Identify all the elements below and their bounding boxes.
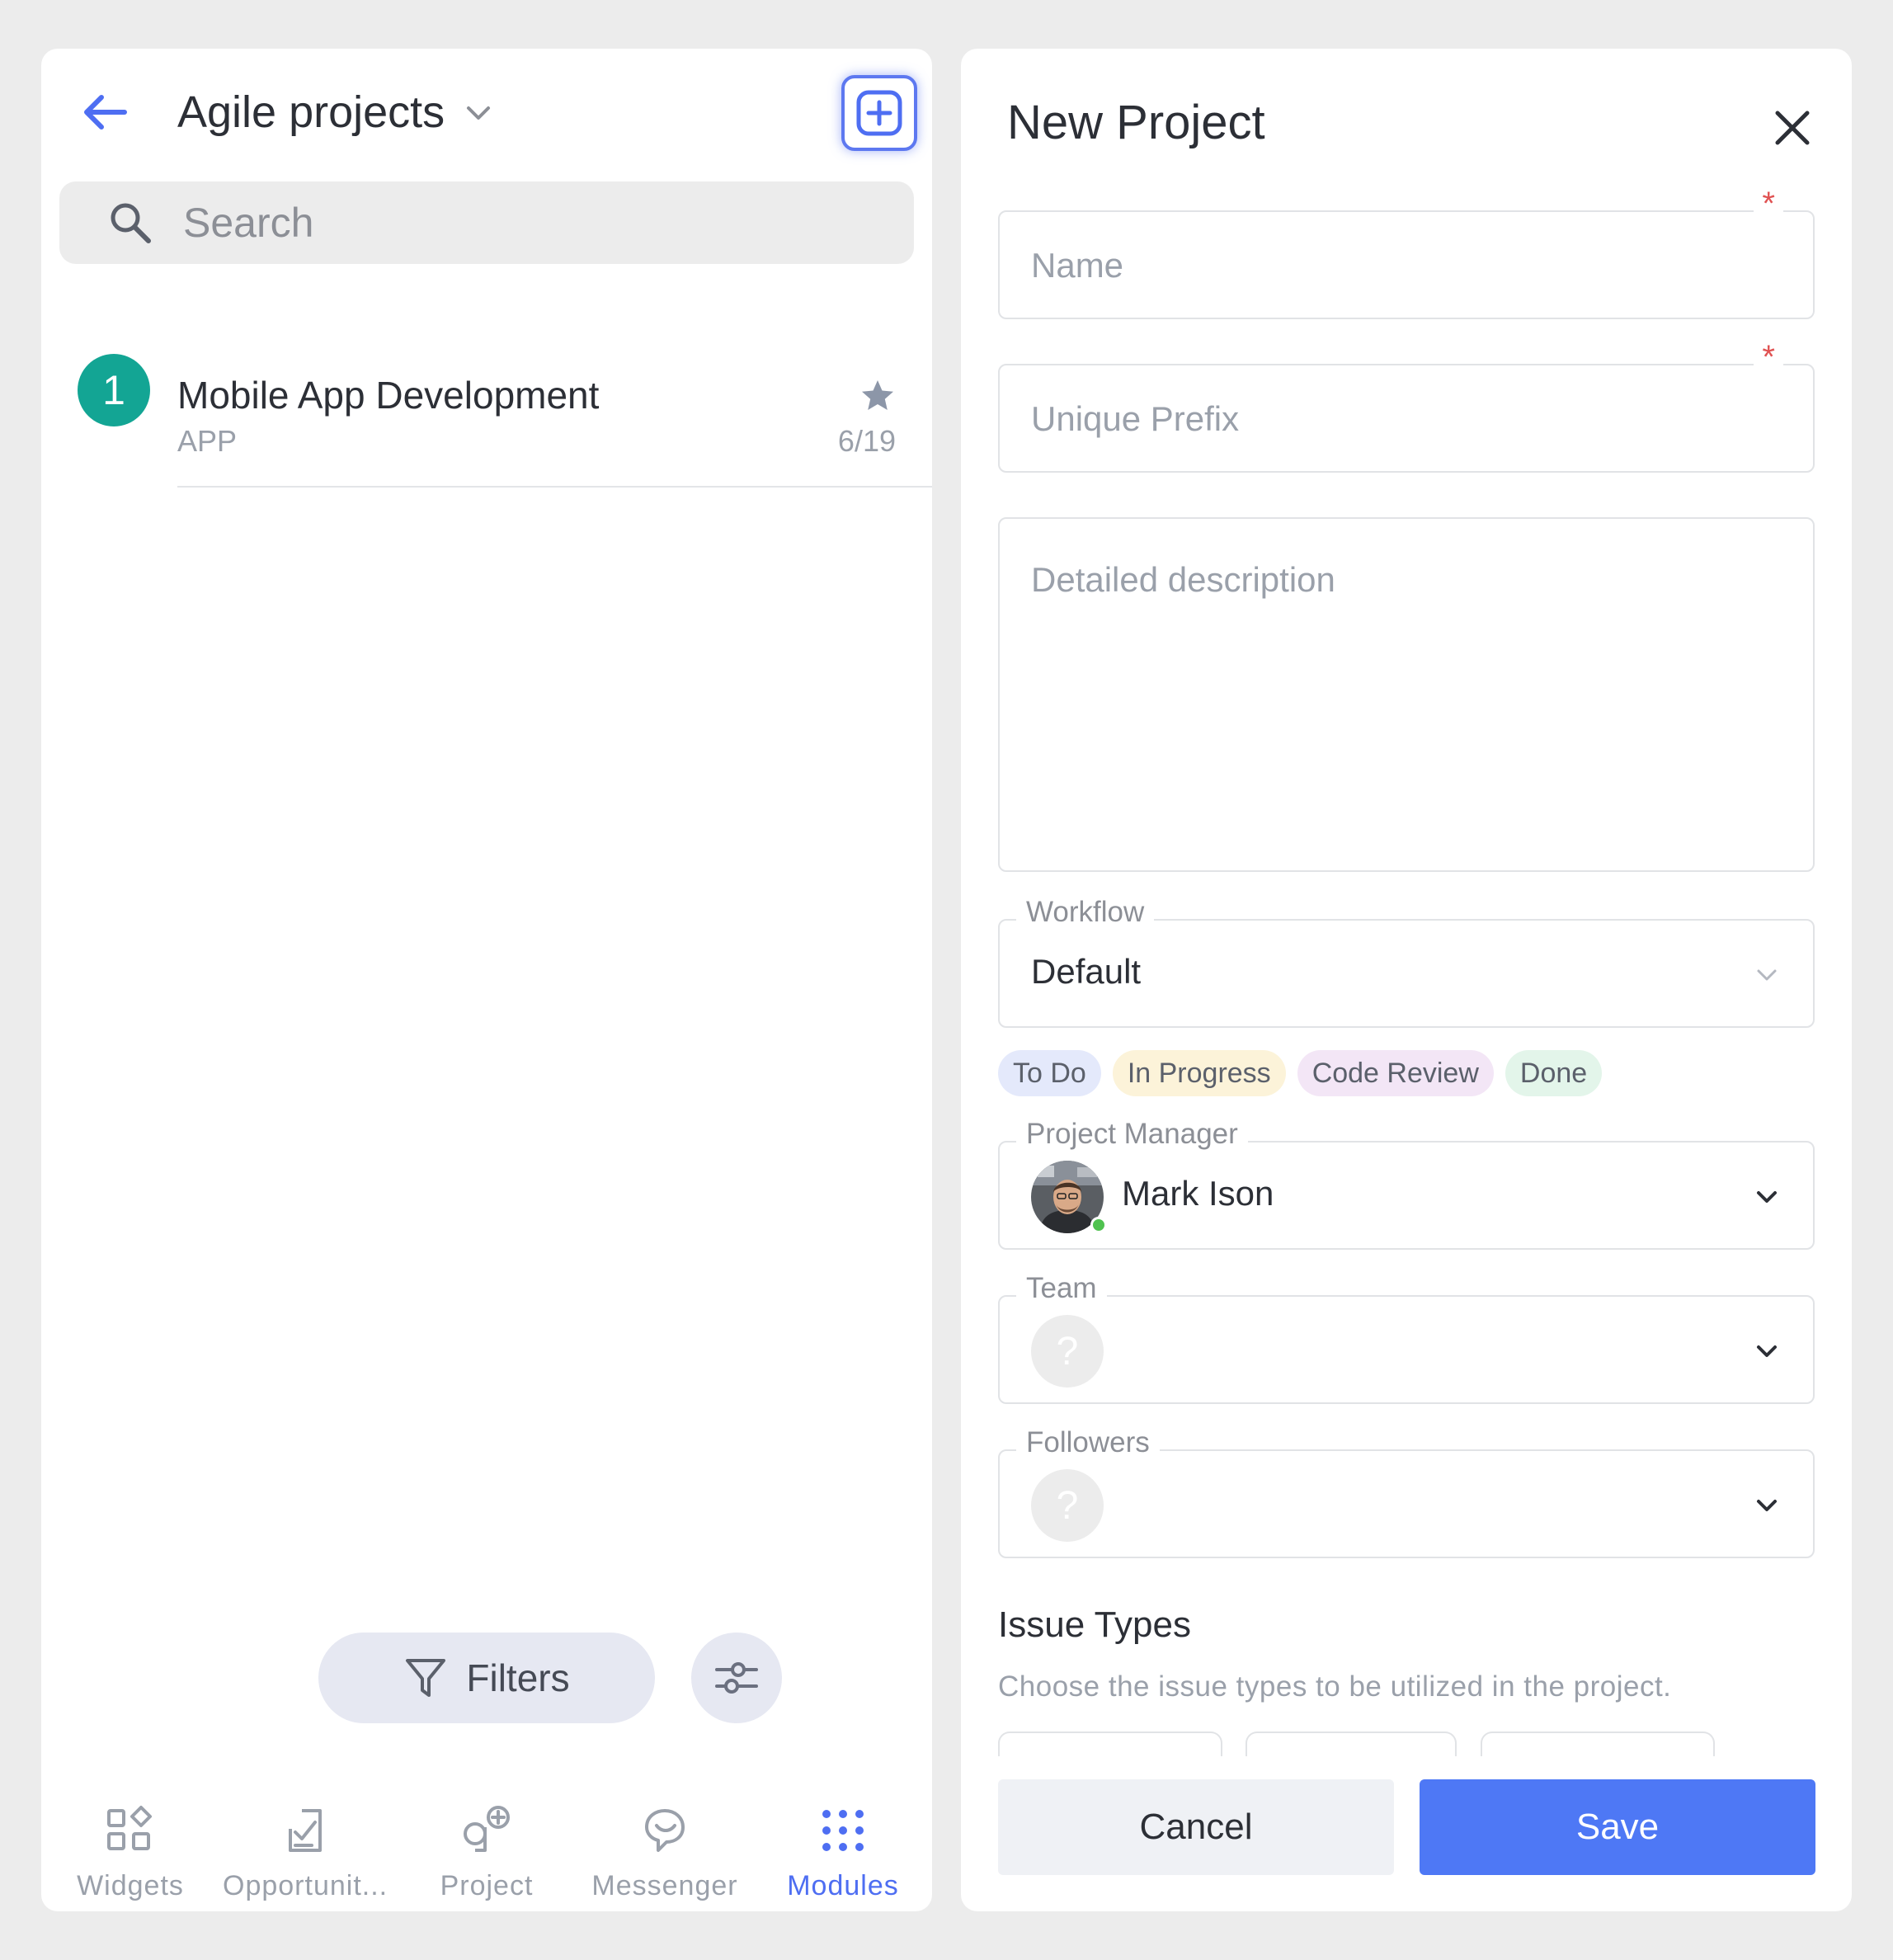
chevron-down-icon bbox=[1757, 1345, 1777, 1357]
unique-prefix-field[interactable]: * bbox=[998, 339, 1815, 473]
status-chip-in-progress: In Progress bbox=[1112, 1050, 1286, 1096]
chevron-down-icon bbox=[1757, 969, 1777, 981]
workflow-value: Default bbox=[1031, 952, 1142, 991]
status-chip-done: Done bbox=[1505, 1050, 1603, 1096]
nav-label: Messenger bbox=[591, 1870, 738, 1901]
name-field[interactable]: * bbox=[998, 186, 1815, 319]
filters-label: Filters bbox=[466, 1656, 570, 1699]
issue-types-description: Choose the issue types to be utilized in… bbox=[998, 1670, 1672, 1703]
project-progress-count: 6/19 bbox=[837, 424, 896, 458]
required-marker: * bbox=[1754, 339, 1783, 376]
chevron-down-icon bbox=[1757, 1500, 1777, 1511]
opportunities-icon bbox=[289, 1809, 322, 1852]
project-manager-label: Project Manager bbox=[1016, 1118, 1248, 1151]
workflow-label: Workflow bbox=[1016, 896, 1155, 929]
new-project-modal: New Project * * Workflow Default To Do I… bbox=[961, 49, 1852, 1911]
projects-panel: Agile projects 1 Mobile App Development … bbox=[41, 49, 932, 1911]
online-status-indicator bbox=[1090, 1217, 1107, 1233]
star-icon[interactable] bbox=[859, 378, 896, 414]
plus-square-icon bbox=[856, 90, 902, 136]
widgets-icon bbox=[107, 1806, 152, 1850]
nav-label: Project bbox=[440, 1870, 534, 1901]
status-chip-code-review: Code Review bbox=[1297, 1050, 1494, 1096]
sliders-icon bbox=[715, 1662, 758, 1694]
cancel-button[interactable]: Cancel bbox=[998, 1779, 1394, 1875]
team-label: Team bbox=[1016, 1272, 1107, 1305]
empty-avatar-placeholder: ? bbox=[1031, 1469, 1104, 1542]
team-select[interactable]: Team ? bbox=[998, 1272, 1815, 1404]
chevron-down-icon[interactable] bbox=[462, 97, 495, 130]
issue-type-option[interactable] bbox=[1246, 1731, 1457, 1756]
bottom-navigation: Widgets Opportunit... Project Messenger … bbox=[41, 1789, 932, 1911]
project-name: Mobile App Development bbox=[177, 374, 600, 417]
required-marker: * bbox=[1754, 186, 1783, 223]
nav-item-modules[interactable]: Modules bbox=[760, 1789, 925, 1911]
issue-type-option[interactable] bbox=[1481, 1731, 1715, 1756]
nav-label: Modules bbox=[787, 1870, 899, 1901]
filter-funnel-icon bbox=[406, 1659, 446, 1697]
search-input[interactable] bbox=[183, 196, 892, 249]
project-manager-name: Mark Ison bbox=[1122, 1174, 1274, 1213]
empty-avatar-placeholder: ? bbox=[1031, 1315, 1104, 1388]
issue-types-heading: Issue Types bbox=[998, 1604, 1191, 1645]
project-list-item[interactable]: 1 Mobile App Development APP 6/19 bbox=[41, 317, 932, 488]
followers-label: Followers bbox=[1016, 1426, 1160, 1459]
name-input[interactable] bbox=[1031, 245, 1773, 286]
workflow-select[interactable]: Workflow Default bbox=[998, 896, 1815, 1028]
search-icon bbox=[111, 203, 151, 243]
page-title[interactable]: Agile projects bbox=[177, 82, 445, 143]
followers-select[interactable]: Followers ? bbox=[998, 1426, 1815, 1558]
project-number-badge: 1 bbox=[78, 354, 150, 426]
nav-label: Widgets bbox=[77, 1870, 184, 1901]
nav-item-project[interactable]: Project bbox=[404, 1789, 569, 1911]
save-button[interactable]: Save bbox=[1420, 1779, 1815, 1875]
divider bbox=[177, 486, 932, 488]
filters-button[interactable]: Filters bbox=[318, 1633, 655, 1723]
project-manager-select[interactable]: Project Manager Mark Ison bbox=[998, 1118, 1815, 1250]
close-icon[interactable] bbox=[1769, 105, 1815, 151]
sort-settings-button[interactable] bbox=[691, 1633, 782, 1723]
project-code: APP bbox=[177, 424, 238, 458]
description-textarea[interactable] bbox=[1031, 560, 1773, 841]
issue-type-option[interactable] bbox=[998, 1731, 1222, 1756]
project-icon bbox=[464, 1806, 510, 1852]
status-chip-to-do: To Do bbox=[998, 1050, 1101, 1096]
workflow-status-list: To Do In Progress Code Review Done bbox=[998, 1050, 1603, 1096]
modal-title: New Project bbox=[1007, 96, 1265, 149]
description-field[interactable] bbox=[998, 517, 1815, 872]
nav-item-widgets[interactable]: Widgets bbox=[48, 1789, 213, 1911]
search-bar[interactable] bbox=[59, 181, 914, 264]
modules-grid-icon bbox=[822, 1810, 864, 1851]
unique-prefix-input[interactable] bbox=[1031, 398, 1773, 440]
add-project-button[interactable] bbox=[841, 75, 917, 151]
nav-label: Opportunit... bbox=[223, 1870, 388, 1901]
messenger-icon bbox=[645, 1809, 685, 1852]
chevron-down-icon bbox=[1757, 1191, 1777, 1203]
nav-item-opportunities[interactable]: Opportunit... bbox=[223, 1789, 388, 1911]
back-arrow-icon[interactable] bbox=[78, 86, 131, 139]
nav-item-messenger[interactable]: Messenger bbox=[582, 1789, 747, 1911]
